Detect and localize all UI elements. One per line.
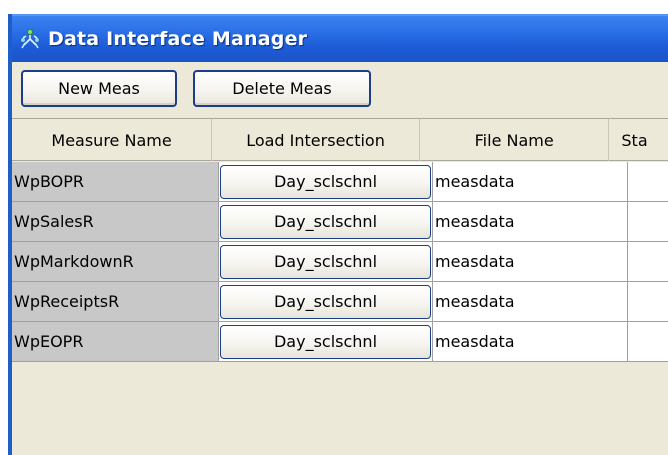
load-intersection-button[interactable]: Day_sclschnl: [220, 204, 431, 239]
table-row[interactable]: WpEOPR Day_sclschnl measdata: [12, 322, 668, 362]
column-header-status[interactable]: Sta: [609, 119, 668, 161]
load-intersection-button[interactable]: Day_sclschnl: [220, 164, 431, 199]
data-interface-manager-window: Data Interface Manager New Meas Delete M…: [0, 0, 668, 455]
file-name-cell[interactable]: measdata: [433, 282, 628, 322]
toolbar: New Meas Delete Meas: [12, 62, 668, 118]
file-name-cell[interactable]: measdata: [433, 202, 628, 242]
measure-name-cell[interactable]: WpSalesR: [12, 202, 219, 242]
table-header: Measure Name Load Intersection File Name…: [12, 119, 668, 161]
measure-name-cell[interactable]: WpEOPR: [12, 322, 219, 362]
status-cell[interactable]: [628, 322, 668, 362]
load-intersection-cell: Day_sclschnl: [219, 322, 433, 362]
column-header-file-name[interactable]: File Name: [420, 119, 610, 161]
people-network-icon: [18, 27, 42, 51]
column-header-measure-name[interactable]: Measure Name: [12, 119, 213, 161]
load-intersection-button[interactable]: Day_sclschnl: [220, 244, 431, 279]
table-row[interactable]: WpReceiptsR Day_sclschnl measdata: [12, 282, 668, 322]
load-intersection-button[interactable]: Day_sclschnl: [220, 324, 431, 359]
delete-meas-button[interactable]: Delete Meas: [193, 70, 371, 107]
load-intersection-cell: Day_sclschnl: [219, 162, 433, 202]
table-row[interactable]: WpSalesR Day_sclschnl measdata: [12, 202, 668, 242]
main-panel: New Meas Delete Meas Measure Name Load I…: [12, 62, 668, 455]
new-meas-button[interactable]: New Meas: [21, 70, 177, 107]
status-cell[interactable]: [628, 162, 668, 202]
window-title: Data Interface Manager: [48, 28, 308, 50]
table-body: WpBOPR Day_sclschnl measdata WpSalesR Da…: [12, 162, 668, 362]
file-name-cell[interactable]: measdata: [433, 322, 628, 362]
status-cell[interactable]: [628, 202, 668, 242]
load-intersection-cell: Day_sclschnl: [219, 242, 433, 282]
column-header-load-intersection[interactable]: Load Intersection: [212, 119, 420, 161]
window-frame-left: [0, 0, 12, 455]
file-name-cell[interactable]: measdata: [433, 162, 628, 202]
status-cell[interactable]: [628, 282, 668, 322]
measure-name-cell[interactable]: WpReceiptsR: [12, 282, 219, 322]
measures-table: Measure Name Load Intersection File Name…: [12, 118, 668, 455]
file-name-cell[interactable]: measdata: [433, 242, 628, 282]
measure-name-cell[interactable]: WpMarkdownR: [12, 242, 219, 282]
table-row[interactable]: WpMarkdownR Day_sclschnl measdata: [12, 242, 668, 282]
load-intersection-button[interactable]: Day_sclschnl: [220, 284, 431, 319]
load-intersection-cell: Day_sclschnl: [219, 282, 433, 322]
measure-name-cell[interactable]: WpBOPR: [12, 162, 219, 202]
load-intersection-cell: Day_sclschnl: [219, 202, 433, 242]
status-cell[interactable]: [628, 242, 668, 282]
title-bar[interactable]: Data Interface Manager: [12, 14, 668, 62]
table-row[interactable]: WpBOPR Day_sclschnl measdata: [12, 162, 668, 202]
